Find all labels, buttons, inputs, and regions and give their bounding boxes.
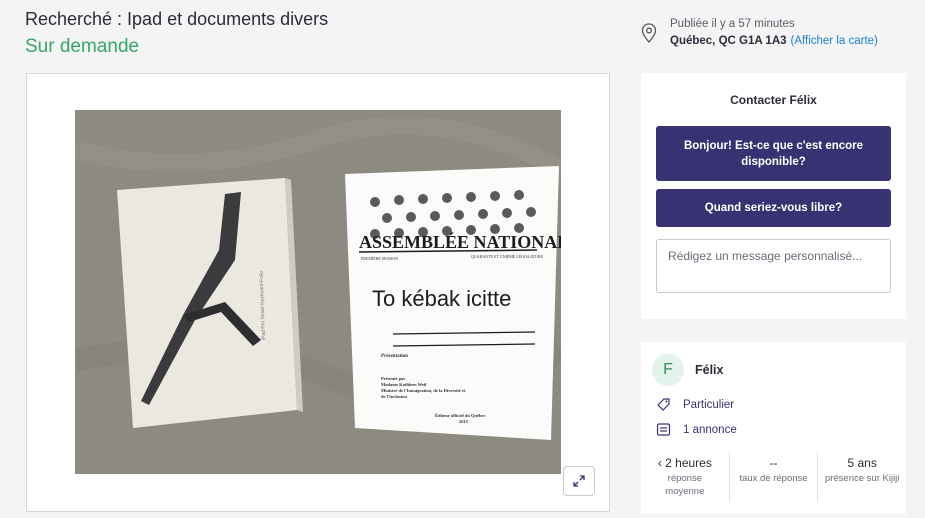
stat-value: 5 ans [847,456,877,470]
doc-header-text: ASSEMBLÉE NATIONALE [359,231,561,252]
seller-name[interactable]: Félix [695,363,724,377]
doc-sub-left: PREMIÈRE SESSION [361,256,398,261]
show-map-link[interactable]: (Afficher la carte) [791,35,878,47]
stat-label: réponse moyenne [665,473,705,497]
doc-editor: Éditeur officiel du Québec [435,413,486,418]
doc-presentation: Présentation [381,354,408,359]
doc-year: 2015 [459,419,469,424]
location-pin-icon [641,23,657,43]
doc-minister: Madame Kathleen Weil [381,382,427,387]
stat-label: taux de réponse [739,473,808,484]
contact-title: Contacter Félix [730,93,817,107]
tag-icon [657,398,670,411]
stat-kijiji-presence: 5 ans présence sur Kijiji [818,452,906,502]
seller-listings-link[interactable]: 1 annonce [683,424,737,436]
quick-reply-available-button[interactable]: Bonjour! Est-ce que c'est encore disponi… [656,126,891,181]
location-line: Québec, QC G1A 1A3 (Afficher la carte) [670,35,878,47]
stat-label: présence sur Kijiji [824,473,900,484]
expand-image-button[interactable] [563,466,595,496]
seller-stats: ‹ 2 heures réponse moyenne -- taux de ré… [641,452,906,502]
listing-photo[interactable]: ASSEMBLÉE NATIONALE PREMIÈRE SESSION QUA… [75,110,561,474]
posted-time: Publiée il y a 57 minutes [670,18,795,30]
seller-card: F Félix Particulier 1 annonce ‹ 2 heures… [641,342,906,514]
seller-type-row: Particulier [656,397,734,412]
stat-value: ‹ 2 heures [657,456,712,470]
stat-response-rate: -- taux de réponse [730,452,819,502]
expand-icon [573,475,585,487]
quick-reply-availability-button[interactable]: Quand seriez-vous libre? [656,189,891,227]
doc-presented-by: Présenté par [381,376,405,381]
photo-illustration: ASSEMBLÉE NATIONALE PREMIÈRE SESSION QUA… [75,110,561,474]
listing-title: Recherché : Ipad et documents divers [25,9,329,29]
image-gallery: ASSEMBLÉE NATIONALE PREMIÈRE SESSION QUA… [26,73,610,512]
doc-main-text: To kébak icitte [372,286,511,311]
avatar[interactable]: F [652,354,684,386]
stat-value: -- [769,456,778,470]
listing-icon [656,423,671,436]
location-text: Québec, QC G1A 1A3 [670,35,787,47]
doc-ministry: Ministre de l'Immigration, de la Diversi… [381,388,466,393]
stat-response-time: ‹ 2 heures réponse moyenne [641,452,730,502]
doc-sub-right: QUARANTE ET UNIÈME LÉGISLATURE [471,254,544,259]
doc-ministry2: de l'Inclusion [381,394,407,399]
seller-type: Particulier [683,398,735,411]
message-input[interactable]: Rédigez un message personnalisé... [656,239,891,293]
seller-listings-row: 1 annonce [656,422,737,437]
contact-card: Contacter Félix Bonjour! Est-ce que c'es… [641,73,906,319]
listing-price: Sur demande [25,36,140,57]
